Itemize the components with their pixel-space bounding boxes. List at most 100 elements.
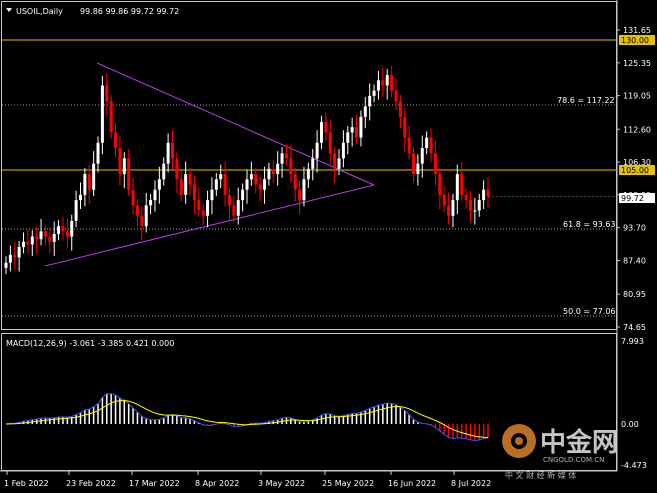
candle-body[interactable] <box>8 254 12 263</box>
candle-body[interactable] <box>61 226 65 232</box>
candle-body[interactable] <box>87 174 91 190</box>
candle-body[interactable] <box>398 101 402 117</box>
candle-body[interactable] <box>315 142 319 159</box>
candle-body[interactable] <box>263 179 267 190</box>
candle-body[interactable] <box>319 121 323 143</box>
candle-body[interactable] <box>135 205 139 216</box>
candle-body[interactable] <box>140 215 144 227</box>
candle-body[interactable] <box>381 80 385 86</box>
candle-body[interactable] <box>70 220 74 237</box>
candle-body[interactable] <box>311 158 315 169</box>
candle-body[interactable] <box>13 254 17 258</box>
candle-body[interactable] <box>78 194 82 201</box>
candle-body[interactable] <box>276 163 280 175</box>
candle-body[interactable] <box>201 210 205 216</box>
candle-body[interactable] <box>184 174 188 195</box>
chart-window[interactable]: USOIL,Daily 99.86 99.86 99.72 99.72 MACD… <box>0 0 657 493</box>
candle-body[interactable] <box>403 116 407 138</box>
candle-body[interactable] <box>236 200 240 216</box>
candle-body[interactable] <box>333 153 337 169</box>
candle-body[interactable] <box>433 153 437 175</box>
candle-body[interactable] <box>114 132 118 149</box>
candle-body[interactable] <box>363 106 367 117</box>
candle-body[interactable] <box>425 137 429 149</box>
candle-body[interactable] <box>149 200 153 206</box>
candle-body[interactable] <box>96 142 100 164</box>
candle-body[interactable] <box>245 179 249 190</box>
candle-body[interactable] <box>192 184 196 201</box>
candle-body[interactable] <box>284 153 288 159</box>
candle-body[interactable] <box>368 95 372 107</box>
candle-body[interactable] <box>372 90 376 96</box>
candle-body[interactable] <box>122 158 126 175</box>
candle-body[interactable] <box>127 158 131 190</box>
candle-body[interactable] <box>109 101 113 133</box>
candle-body[interactable] <box>324 121 328 133</box>
candle-body[interactable] <box>171 142 175 159</box>
candle-body[interactable] <box>451 200 455 216</box>
candle-body[interactable] <box>254 174 258 185</box>
candle-body[interactable] <box>65 231 69 237</box>
candle-body[interactable] <box>455 174 459 201</box>
candle-body[interactable] <box>153 189 157 201</box>
candle-body[interactable] <box>267 168 271 180</box>
candle-body[interactable] <box>118 148 122 175</box>
candle-body[interactable] <box>232 205 236 216</box>
candle-body[interactable] <box>83 174 87 195</box>
candle-body[interactable] <box>346 132 350 143</box>
candle-body[interactable] <box>376 80 380 91</box>
candle-body[interactable] <box>385 75 389 86</box>
candle-body[interactable] <box>337 158 341 169</box>
candle-body[interactable] <box>355 127 359 138</box>
candle-body[interactable] <box>206 200 210 216</box>
candle-body[interactable] <box>35 236 39 240</box>
candle-body[interactable] <box>464 194 468 201</box>
candle-body[interactable] <box>214 179 218 190</box>
candle-body[interactable] <box>473 210 477 212</box>
candle-body[interactable] <box>92 163 96 190</box>
candle-body[interactable] <box>460 174 464 195</box>
candle-body[interactable] <box>416 163 420 175</box>
candle-body[interactable] <box>197 200 201 211</box>
candle-body[interactable] <box>219 174 223 180</box>
candle-body[interactable] <box>30 236 34 245</box>
candle-body[interactable] <box>328 132 332 154</box>
candle-body[interactable] <box>289 158 293 175</box>
candle-body[interactable] <box>280 153 284 164</box>
candle-body[interactable] <box>341 142 345 159</box>
candle-body[interactable] <box>223 174 227 195</box>
candle-body[interactable] <box>162 163 166 180</box>
candle-body[interactable] <box>394 90 398 102</box>
candle-body[interactable] <box>131 189 135 206</box>
candle-body[interactable] <box>249 174 253 180</box>
candle-body[interactable] <box>26 241 30 245</box>
candle-body[interactable] <box>258 184 262 190</box>
candle-body[interactable] <box>241 189 245 201</box>
candle-body[interactable] <box>442 194 446 206</box>
candle-body[interactable] <box>105 85 109 102</box>
candle-body[interactable] <box>468 200 472 211</box>
candle-body[interactable] <box>429 137 433 154</box>
candle-body[interactable] <box>447 205 451 216</box>
candle-body[interactable] <box>43 231 47 237</box>
candle-body[interactable] <box>4 262 8 268</box>
candle-body[interactable] <box>22 241 26 248</box>
candle-body[interactable] <box>74 200 78 221</box>
candle-body[interactable] <box>293 174 297 190</box>
candle-body[interactable] <box>420 148 424 164</box>
candle-body[interactable] <box>271 168 275 175</box>
candle-body[interactable] <box>48 236 52 242</box>
candle-body[interactable] <box>227 194 231 206</box>
candle-body[interactable] <box>302 179 306 201</box>
candle-body[interactable] <box>438 174 442 195</box>
candle-body[interactable] <box>100 85 104 143</box>
candle-body[interactable] <box>412 153 416 175</box>
candle-body[interactable] <box>179 179 183 195</box>
candle-body[interactable] <box>188 174 192 185</box>
candle-body[interactable] <box>486 189 490 197</box>
candle-body[interactable] <box>482 189 486 201</box>
candle-body[interactable] <box>39 231 43 240</box>
candle-body[interactable] <box>298 189 302 201</box>
candle-body[interactable] <box>52 233 56 242</box>
candle-body[interactable] <box>57 226 61 234</box>
